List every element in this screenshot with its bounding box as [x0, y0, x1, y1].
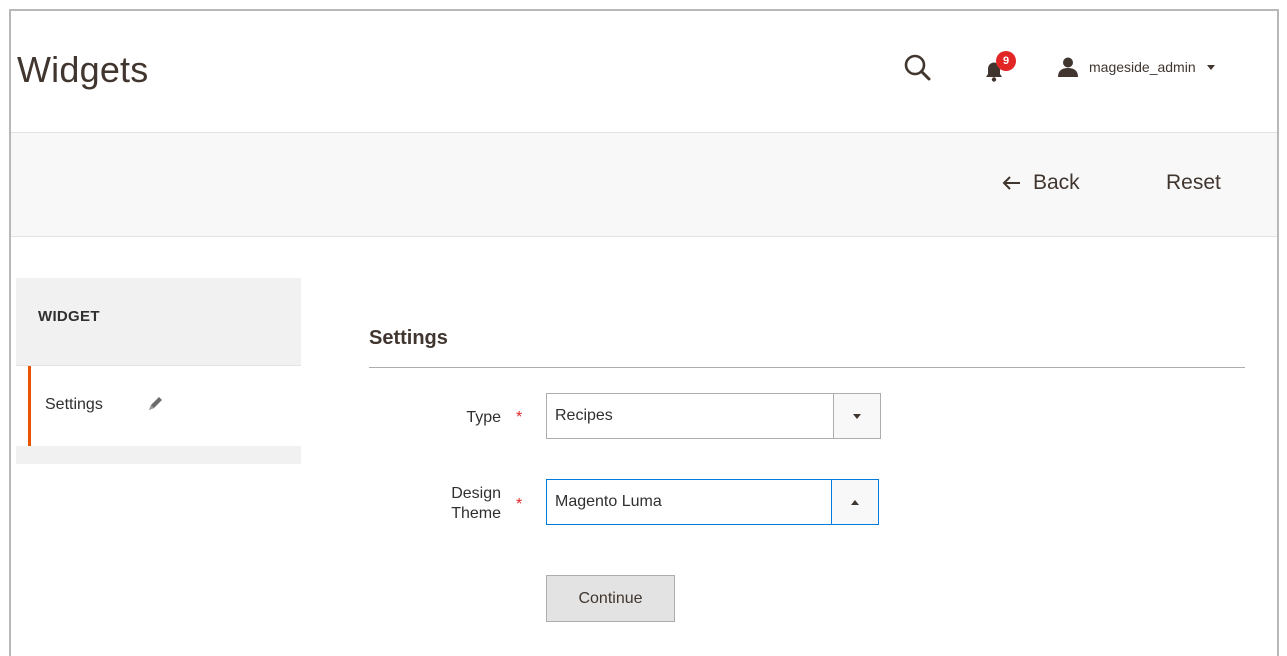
active-indicator: [28, 366, 31, 446]
notifications-button[interactable]: 9: [974, 51, 1022, 85]
sidebar-item-settings[interactable]: Settings: [16, 366, 301, 446]
required-marker: *: [516, 409, 523, 426]
design-theme-select-toggle[interactable]: [831, 480, 878, 524]
sidebar-item-label: Settings: [45, 396, 103, 413]
arrow-left-icon: [1002, 176, 1020, 190]
pencil-icon: [149, 397, 162, 410]
chevron-down-icon: [853, 413, 861, 419]
account-name: mageside_admin: [1089, 59, 1196, 75]
admin-page: Widgets 9 mageside_admin Back Reset WIDG…: [9, 9, 1279, 656]
sidebar-section-widget: WIDGET: [16, 278, 301, 366]
type-select-value: Recipes: [555, 407, 613, 424]
design-theme-label-line1: Design: [451, 485, 501, 502]
design-theme-label: Design Theme: [411, 484, 501, 524]
fieldset-title: Settings: [369, 327, 448, 349]
reset-button[interactable]: Reset: [1166, 171, 1221, 195]
user-icon: [1058, 57, 1078, 77]
type-select[interactable]: Recipes: [546, 393, 881, 439]
back-label: Back: [1033, 171, 1080, 194]
design-theme-select-value: Magento Luma: [555, 493, 662, 510]
sidebar-section-title: WIDGET: [38, 308, 100, 325]
chevron-up-icon: [851, 499, 859, 505]
search-button[interactable]: [901, 51, 935, 85]
continue-button[interactable]: Continue: [546, 575, 675, 622]
sidebar-footer: [16, 446, 301, 464]
page-actions-bar: Back Reset: [11, 132, 1277, 237]
fieldset-divider: [369, 367, 1245, 368]
design-theme-select[interactable]: Magento Luma: [546, 479, 879, 525]
type-label: Type: [466, 409, 501, 426]
page-title: Widgets: [17, 49, 149, 90]
back-button[interactable]: Back: [1001, 171, 1080, 195]
account-menu[interactable]: mageside_admin: [1056, 53, 1215, 81]
design-theme-label-line2: Theme: [451, 505, 501, 522]
search-icon: [904, 54, 931, 81]
chevron-down-icon: [1206, 64, 1215, 70]
required-marker: *: [516, 496, 523, 513]
notification-count-badge: 9: [996, 51, 1016, 71]
type-select-toggle[interactable]: [833, 394, 880, 438]
